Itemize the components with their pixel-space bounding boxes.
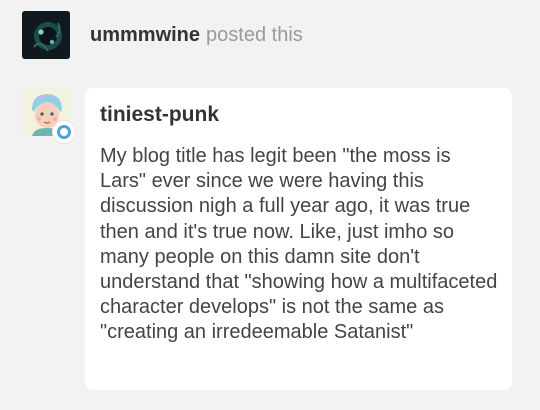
poster-avatar[interactable] [22,11,70,59]
posted-this-label: posted this [206,24,303,46]
reply-username[interactable]: tiniest-punk [100,102,498,128]
reply-avatar-wrap [22,88,78,144]
poster-username[interactable]: ummmwine [90,24,200,46]
reblog-badge [53,121,75,143]
reply-body: My blog title has legit been "the moss i… [100,145,498,344]
reply-card: tiniest-punk My blog title has legit bee… [85,88,512,390]
post-author-row: ummmwine posted this [22,10,303,60]
poster-line: ummmwine posted this [90,23,303,47]
dark-creature-avatar-icon [22,11,70,59]
reblog-circle-icon [57,125,71,139]
